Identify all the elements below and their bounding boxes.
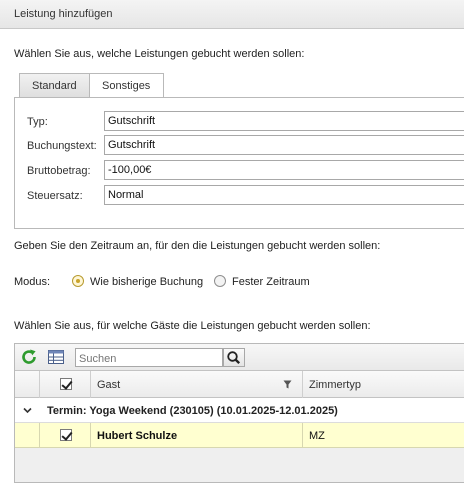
expand-column-header	[15, 371, 40, 398]
tab-standard-label: Standard	[32, 80, 77, 92]
grid-header: Gast Zimmertyp	[15, 371, 464, 398]
filter-icon[interactable]	[283, 380, 292, 389]
chevron-down-icon[interactable]	[23, 407, 32, 414]
guest-column-header[interactable]: Gast	[91, 371, 303, 398]
period-prompt: Geben Sie den Zeitraum an, für den die L…	[14, 240, 381, 252]
group-label: Termin: Yoga Weekend (230105) (10.01.202…	[47, 405, 338, 417]
guest-name: Hubert Schulze	[97, 430, 178, 442]
search-input[interactable]	[75, 348, 223, 367]
grid-toolbar	[15, 344, 464, 371]
mode-label: Modus:	[14, 276, 51, 288]
tab-sonstiges[interactable]: Sonstiges	[89, 73, 164, 99]
dialog-title: Leistung hinzufügen	[14, 8, 113, 20]
search-button[interactable]	[223, 348, 245, 367]
room-type-column-header[interactable]: Zimmertyp	[303, 371, 464, 398]
guest-cell[interactable]: Hubert Schulze	[91, 423, 303, 448]
room-type-column-label: Zimmertyp	[309, 379, 361, 391]
booking-text-field[interactable]: Gutschrift	[104, 135, 464, 155]
room-type-value: MZ	[309, 430, 325, 442]
guest-grid: Gast Zimmertyp Termin: Yoga Weekend (230…	[14, 343, 464, 483]
radio-same-as-booking-label[interactable]: Wie bisherige Buchung	[90, 276, 203, 288]
field-row-gross-amount: Bruttobetrag: -100,00€	[27, 160, 464, 180]
type-field[interactable]: Gutschrift	[104, 111, 464, 131]
group-row[interactable]: Termin: Yoga Weekend (230105) (10.01.202…	[15, 398, 464, 423]
gross-amount-label: Bruttobetrag:	[27, 165, 91, 177]
radio-same-as-booking[interactable]	[72, 275, 84, 287]
tax-rate-label: Steuersatz:	[27, 190, 83, 202]
select-all-header	[40, 371, 91, 398]
tab-standard[interactable]: Standard	[19, 73, 90, 98]
table-row[interactable]: Hubert Schulze MZ	[15, 423, 464, 448]
field-row-booking-text: Buchungstext: Gutschrift	[27, 135, 464, 155]
room-type-cell[interactable]: MZ	[303, 423, 464, 448]
radio-fixed-period[interactable]	[214, 275, 226, 287]
row-spacer-cell	[15, 423, 40, 448]
search-icon	[227, 351, 241, 365]
gross-amount-field[interactable]: -100,00€	[104, 160, 464, 180]
refresh-icon[interactable]	[20, 348, 38, 366]
select-all-checkbox[interactable]	[60, 378, 72, 390]
services-prompt: Wählen Sie aus, welche Leistungen gebuch…	[14, 48, 305, 60]
field-row-tax-rate: Steuersatz: Normal	[27, 185, 464, 205]
service-form-panel: Typ: Gutschrift Buchungstext: Gutschrift…	[14, 97, 464, 229]
tax-rate-field[interactable]: Normal	[104, 185, 464, 205]
guest-column-label: Gast	[97, 379, 121, 391]
guests-prompt: Wählen Sie aus, für welche Gäste die Lei…	[14, 320, 371, 332]
grid-settings-icon[interactable]	[47, 348, 65, 366]
dialog-titlebar: Leistung hinzufügen	[0, 0, 464, 29]
tab-sonstiges-label: Sonstiges	[102, 80, 151, 92]
row-select-cell	[40, 423, 91, 448]
row-checkbox[interactable]	[60, 429, 72, 441]
type-label: Typ:	[27, 116, 48, 128]
radio-fixed-period-label[interactable]: Fester Zeitraum	[232, 276, 310, 288]
field-row-type: Typ: Gutschrift	[27, 111, 464, 131]
booking-text-label: Buchungstext:	[27, 140, 97, 152]
